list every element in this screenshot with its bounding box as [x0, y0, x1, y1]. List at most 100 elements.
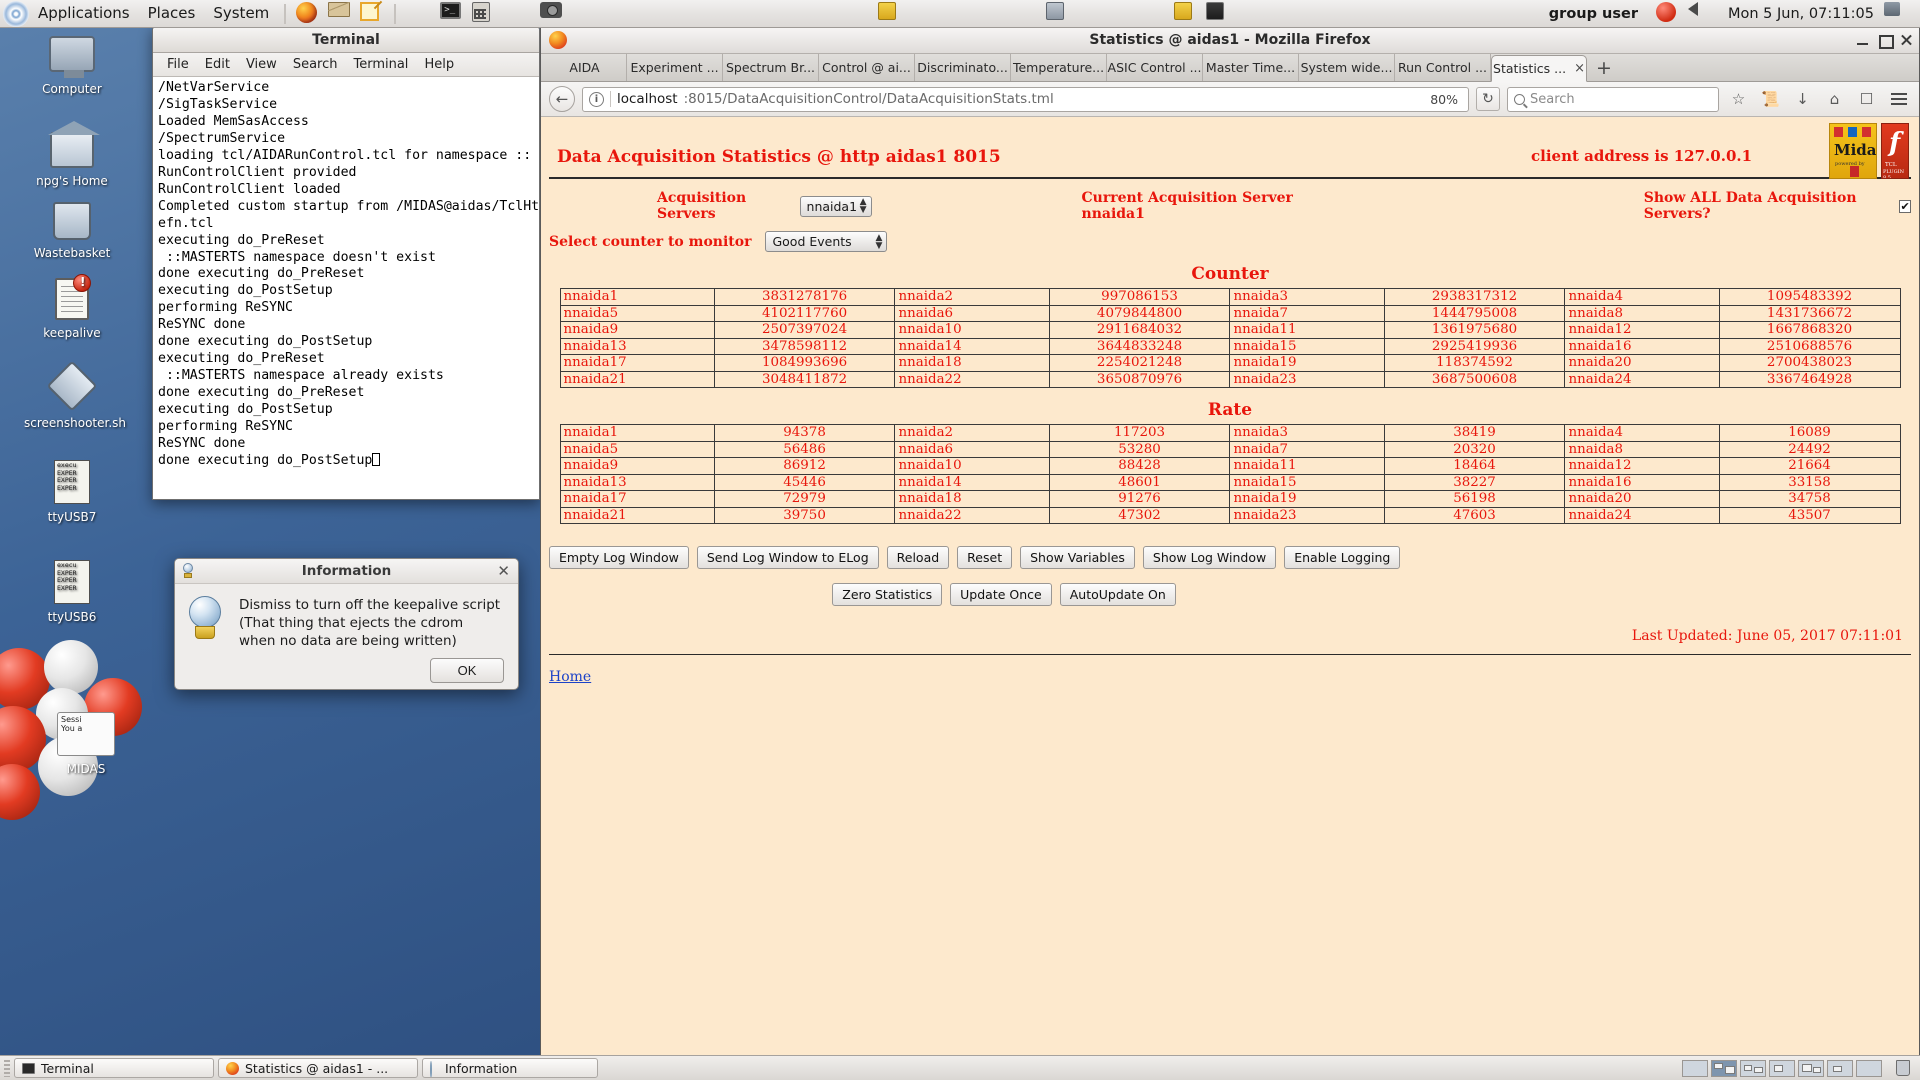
- update-once-button[interactable]: Update Once: [950, 583, 1052, 606]
- new-tab-button[interactable]: +: [1587, 57, 1621, 81]
- menu-help[interactable]: Help: [416, 57, 462, 72]
- information-dialog[interactable]: Information ✕ Dismiss to turn off the ke…: [174, 558, 519, 690]
- zero-statistics-button[interactable]: Zero Statistics: [832, 583, 943, 606]
- workspace-3[interactable]: [1740, 1059, 1766, 1077]
- desktop-icon-keepalive[interactable]: keepalive: [24, 274, 120, 340]
- reload-button[interactable]: ↻: [1476, 87, 1500, 111]
- menu-search[interactable]: Search: [285, 57, 346, 72]
- clock-label[interactable]: Mon 5 Jun, 07:11:05: [1728, 6, 1874, 22]
- empty-log-window-button[interactable]: Empty Log Window: [549, 546, 689, 569]
- desktop-icon-wastebasket[interactable]: Wastebasket: [24, 202, 120, 260]
- desktop-icon-screenshooter[interactable]: screenshooter.sh: [24, 360, 126, 430]
- firefox-icon[interactable]: [296, 1, 320, 26]
- terminal-menubar[interactable]: File Edit View Search Terminal Help: [153, 53, 539, 77]
- bookmarks-list-icon[interactable]: 📜: [1758, 87, 1783, 112]
- workspace-1[interactable]: [1682, 1059, 1708, 1077]
- workspace-5[interactable]: [1798, 1059, 1824, 1077]
- tab-aida[interactable]: AIDA: [543, 54, 627, 81]
- tab-discriminator[interactable]: Discriminato...: [915, 54, 1011, 81]
- app-icon-2[interactable]: [1046, 1, 1070, 26]
- taskbar-item-firefox[interactable]: Statistics @ aidas1 - ...: [218, 1058, 418, 1078]
- zoom-level-indicator[interactable]: 80%: [1430, 92, 1462, 107]
- firefox-tabbar[interactable]: AIDA Experiment ... Spectrum Br... Contr…: [541, 54, 1919, 82]
- menu-hamburger-icon[interactable]: [1886, 87, 1911, 112]
- bookmark-star-icon[interactable]: ☆: [1726, 87, 1751, 112]
- gnome-logo-icon[interactable]: [3, 0, 29, 27]
- terminal-window[interactable]: Terminal File Edit View Search Terminal …: [152, 26, 540, 500]
- desktop-icon-home[interactable]: npg's Home: [24, 118, 120, 188]
- page-info-icon[interactable]: i: [589, 91, 604, 107]
- notepad-icon[interactable]: [360, 1, 384, 26]
- reset-button[interactable]: Reset: [957, 546, 1013, 569]
- send-log-to-elog-button[interactable]: Send Log Window to ELog: [696, 546, 879, 569]
- menu-view[interactable]: View: [238, 57, 285, 72]
- camera-icon[interactable]: [540, 1, 564, 26]
- terminal-output[interactable]: /NetVarService /SigTaskService Loaded Me…: [153, 77, 539, 499]
- url-bar[interactable]: i localhost:8015/DataAcquisitionControl/…: [582, 86, 1469, 112]
- counter-select[interactable]: Good Events ▲ ▼: [765, 231, 888, 252]
- app-icon-3[interactable]: [1174, 1, 1198, 26]
- back-button[interactable]: ←: [549, 86, 575, 112]
- tab-close-icon[interactable]: ×: [1574, 61, 1585, 76]
- workspace-2[interactable]: [1711, 1059, 1737, 1077]
- calculator-icon[interactable]: [472, 1, 496, 26]
- reader-icon[interactable]: ☐: [1854, 87, 1879, 112]
- taskbar-grip[interactable]: [4, 1059, 10, 1077]
- mail-icon[interactable]: [328, 1, 352, 26]
- reload-page-button[interactable]: Reload: [886, 546, 950, 569]
- acquisition-servers-select[interactable]: nnaida1 ▲ ▼: [799, 195, 872, 217]
- taskbar-item-information[interactable]: Information: [422, 1058, 598, 1078]
- tab-statistics[interactable]: Statistics ... ×: [1491, 55, 1587, 82]
- menu-system[interactable]: System: [204, 0, 278, 27]
- firefox-window[interactable]: Statistics @ aidas1 - Mozilla Firefox AI…: [540, 26, 1920, 1056]
- firefox-navbar[interactable]: ← i localhost:8015/DataAcquisitionContro…: [541, 82, 1919, 117]
- close-icon[interactable]: ✕: [497, 562, 510, 580]
- enable-logging-button[interactable]: Enable Logging: [1284, 546, 1401, 569]
- volume-icon[interactable]: [1687, 1, 1712, 26]
- tab-asic-control[interactable]: ASIC Control ...: [1107, 54, 1203, 81]
- menu-file[interactable]: File: [159, 57, 197, 72]
- workspace-4[interactable]: [1769, 1059, 1795, 1077]
- network-icon[interactable]: [1884, 1, 1908, 26]
- tab-run-control[interactable]: Run Control ...: [1395, 54, 1491, 81]
- menu-places[interactable]: Places: [139, 0, 205, 27]
- desktop-icon-computer[interactable]: Computer: [24, 36, 120, 96]
- show-log-window-button[interactable]: Show Log Window: [1142, 546, 1277, 569]
- panel-status-area[interactable]: group user Mon 5 Jun, 07:11:05: [1549, 1, 1920, 26]
- show-variables-button[interactable]: Show Variables: [1020, 546, 1135, 569]
- home-icon[interactable]: ⌂: [1822, 87, 1847, 112]
- desktop-icon-ttyusb6[interactable]: execu EXPER EXPER EXPER ttyUSB6: [24, 560, 120, 624]
- menu-edit[interactable]: Edit: [197, 57, 238, 72]
- tab-temperature[interactable]: Temperature...: [1011, 54, 1107, 81]
- app-icon-1[interactable]: [878, 1, 902, 26]
- trash-icon[interactable]: [1896, 1060, 1910, 1076]
- menu-applications[interactable]: Applications: [29, 0, 139, 27]
- desktop-icon-midas[interactable]: Sessi You a MIDAS: [38, 712, 134, 776]
- maximize-button[interactable]: [1878, 34, 1894, 49]
- taskbar-item-terminal[interactable]: Terminal: [14, 1058, 214, 1078]
- home-link[interactable]: Home: [541, 655, 1919, 685]
- ok-button[interactable]: OK: [430, 658, 504, 683]
- tab-master-time[interactable]: Master Time...: [1203, 54, 1299, 81]
- workspace-6[interactable]: [1827, 1059, 1853, 1077]
- alert-icon[interactable]: [1655, 1, 1680, 26]
- show-all-servers-checkbox[interactable]: ✔: [1899, 199, 1911, 213]
- minimize-button[interactable]: [1856, 34, 1869, 47]
- bottom-taskbar[interactable]: Terminal Statistics @ aidas1 - ... Infor…: [0, 1055, 1920, 1080]
- tab-spectrum-browser[interactable]: Spectrum Br...: [723, 54, 819, 81]
- app-icon-4[interactable]: [1206, 1, 1230, 26]
- workspace-switcher[interactable]: [1682, 1059, 1916, 1077]
- desktop-icon-ttyusb7[interactable]: execu EXPER EXPER EXPER ttyUSB7: [24, 460, 120, 524]
- window-controls[interactable]: [1856, 34, 1913, 49]
- tab-experiment[interactable]: Experiment ...: [627, 54, 723, 81]
- search-input[interactable]: Search: [1507, 86, 1719, 112]
- workspace-7[interactable]: [1856, 1059, 1882, 1077]
- terminal-icon[interactable]: >_: [440, 1, 464, 26]
- menu-terminal[interactable]: Terminal: [345, 57, 416, 72]
- downloads-icon[interactable]: ↓: [1790, 87, 1815, 112]
- autoupdate-button[interactable]: AutoUpdate On: [1059, 583, 1176, 606]
- close-button[interactable]: [1900, 34, 1913, 47]
- user-label[interactable]: group user: [1549, 6, 1638, 22]
- gnome-top-panel[interactable]: Applications Places System >_ group user…: [0, 0, 1920, 28]
- tab-system-wide[interactable]: System wide...: [1299, 54, 1395, 81]
